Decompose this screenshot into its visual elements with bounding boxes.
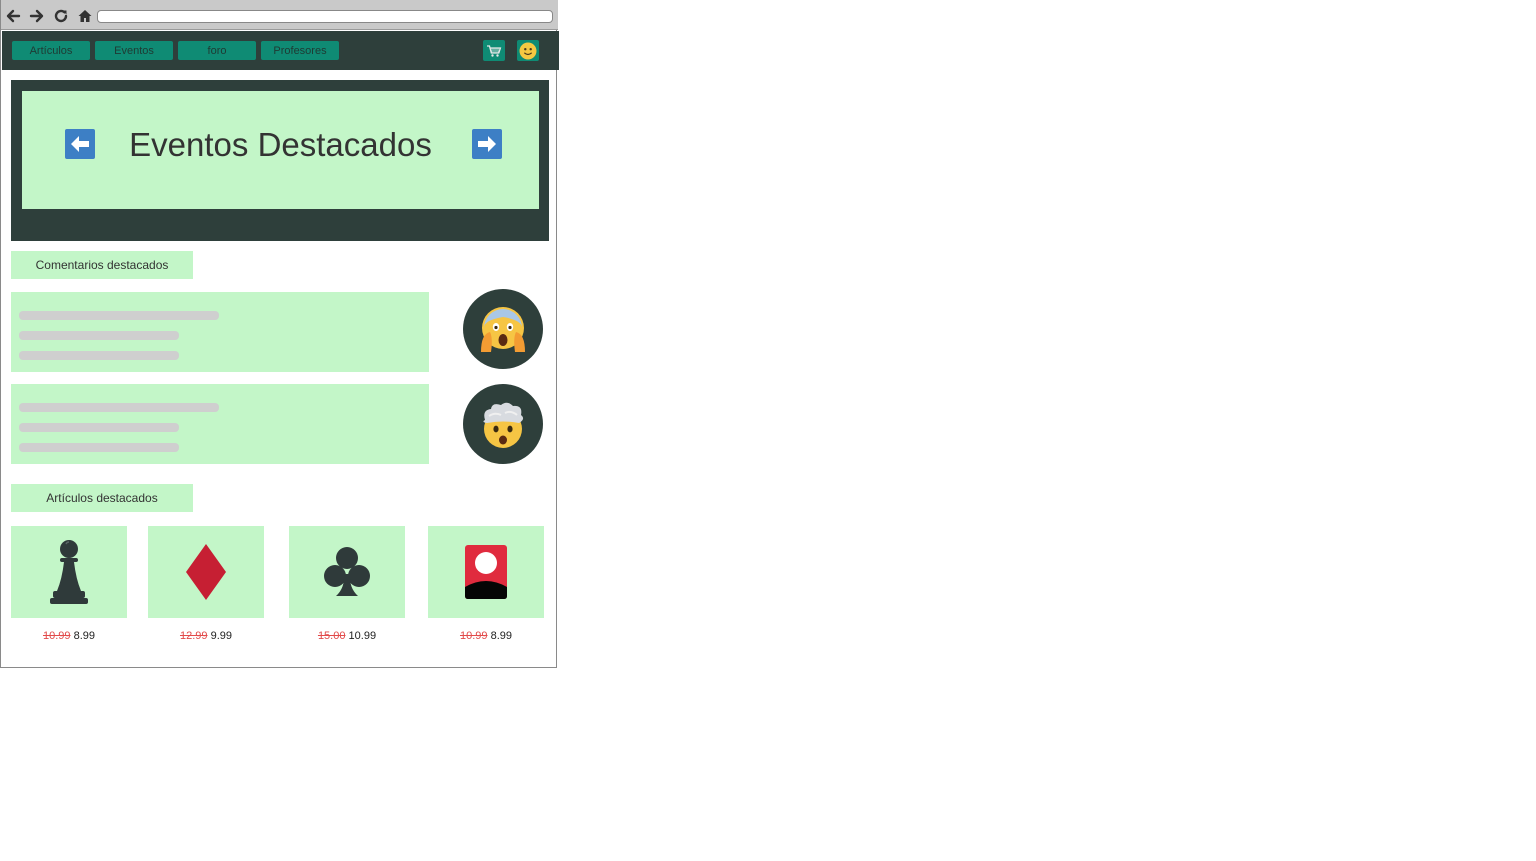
home-icon[interactable] [77, 8, 93, 24]
product-card[interactable] [289, 526, 405, 618]
new-price: 10.99 [348, 630, 377, 642]
old-price: 10.99 [459, 630, 488, 642]
screaming-face-icon [481, 307, 525, 352]
old-price: 12.99 [179, 630, 208, 642]
back-arrow-icon[interactable] [5, 8, 21, 24]
reload-icon[interactable] [53, 8, 69, 24]
right-arrow-icon [478, 136, 496, 152]
tab-foro[interactable]: foro [178, 41, 256, 60]
chess-pawn-icon [50, 540, 88, 604]
carousel-slide: Eventos Destacados [22, 91, 539, 209]
featured-comments-heading: Comentarios destacados [11, 251, 193, 279]
text-placeholder-line [19, 311, 219, 320]
text-placeholder-line [19, 403, 219, 412]
featured-events-carousel: Eventos Destacados [11, 80, 549, 241]
carousel-title: Eventos Destacados [129, 126, 432, 163]
browser-window: Artículos Eventos foro Profesores Evento… [0, 0, 559, 668]
tab-articulos[interactable]: Artículos [12, 41, 90, 60]
text-placeholder-line [19, 331, 179, 340]
text-placeholder-line [19, 443, 179, 452]
new-price: 8.99 [73, 630, 95, 642]
product-card[interactable] [428, 526, 544, 618]
cart-icon[interactable] [483, 40, 505, 61]
forward-arrow-icon[interactable] [29, 8, 45, 24]
browser-toolbar [1, 0, 558, 30]
comment-card[interactable] [11, 384, 429, 464]
product-price: 10.99 8.99 [428, 630, 544, 642]
club-suit-icon [324, 547, 370, 596]
featured-articles-heading: Artículos destacados [11, 484, 193, 512]
exploding-head-icon [483, 402, 524, 448]
tab-profesores[interactable]: Profesores [261, 41, 339, 60]
tab-eventos[interactable]: Eventos [95, 41, 173, 60]
product-card[interactable] [11, 526, 127, 618]
product-price: 12.99 9.99 [148, 630, 264, 642]
avatar [463, 289, 543, 369]
product-price: 15.00 10.99 [289, 630, 405, 642]
product-price: 10.99 8.99 [11, 630, 127, 642]
old-price: 10.99 [42, 630, 71, 642]
old-price: 15.00 [317, 630, 346, 642]
new-price: 8.99 [490, 630, 512, 642]
new-price: 9.99 [210, 630, 232, 642]
carousel-next-button[interactable] [472, 129, 502, 159]
text-placeholder-line [19, 423, 179, 432]
text-placeholder-line [19, 351, 179, 360]
address-bar[interactable] [97, 10, 553, 23]
product-card[interactable] [148, 526, 264, 618]
avatar [463, 384, 543, 464]
diamond-suit-icon [186, 544, 226, 600]
comment-card[interactable] [11, 292, 429, 372]
top-navigation: Artículos Eventos foro Profesores [2, 31, 559, 70]
smiley-face-icon[interactable] [517, 40, 539, 61]
flower-playing-card-icon [465, 545, 507, 599]
